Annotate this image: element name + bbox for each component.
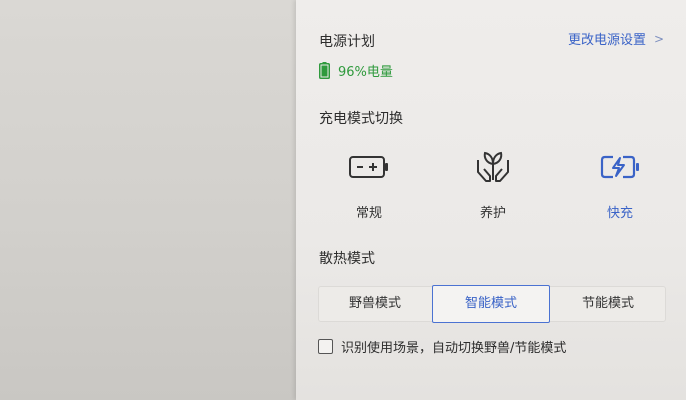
battery-percentage: 96%电量 [338, 65, 393, 80]
chevron-right-icon: > [654, 31, 665, 46]
power-settings-panel: 电源计划 更改电源设置 > 96%电量 充电模式切换 常规 养护 快充 散热模式… [296, 0, 686, 400]
charge-mode-normal[interactable]: 常规 [329, 150, 409, 221]
cooling-mode-beast[interactable]: 野兽模式 [319, 287, 431, 321]
charge-mode-care-label: 养护 [479, 206, 506, 221]
change-power-settings-label[interactable]: 更改电源设置 [568, 29, 646, 48]
cooling-mode-title: 散热模式 [319, 251, 375, 267]
cooling-mode-smart[interactable]: 智能模式 [432, 285, 550, 323]
battery-level-icon [319, 62, 330, 79]
charge-mode-normal-label: 常规 [355, 206, 382, 221]
battery-status: 96%电量 [319, 61, 393, 80]
charging-mode-title: 充电模式切换 [319, 111, 403, 127]
cooling-mode-eco[interactable]: 节能模式 [551, 287, 665, 321]
power-plan-title: 电源计划 [319, 34, 375, 50]
battery-icon [349, 156, 388, 178]
auto-switch-checkbox[interactable] [318, 339, 333, 354]
charge-mode-fast-label: 快充 [606, 206, 633, 221]
fast-charge-icon [600, 155, 639, 179]
change-power-settings-link[interactable]: 更改电源设置 > [568, 29, 665, 49]
auto-switch-option[interactable]: 识别使用场景，自动切换野兽/节能模式 [318, 337, 566, 356]
charge-mode-care[interactable]: 养护 [453, 150, 533, 221]
leaf-hands-icon [477, 151, 509, 182]
desktop-background [0, 0, 296, 400]
charge-mode-fast[interactable]: 快充 [580, 150, 660, 221]
auto-switch-label: 识别使用场景，自动切换野兽/节能模式 [341, 341, 567, 356]
cooling-mode-selector: 野兽模式 智能模式 节能模式 [318, 285, 666, 323]
